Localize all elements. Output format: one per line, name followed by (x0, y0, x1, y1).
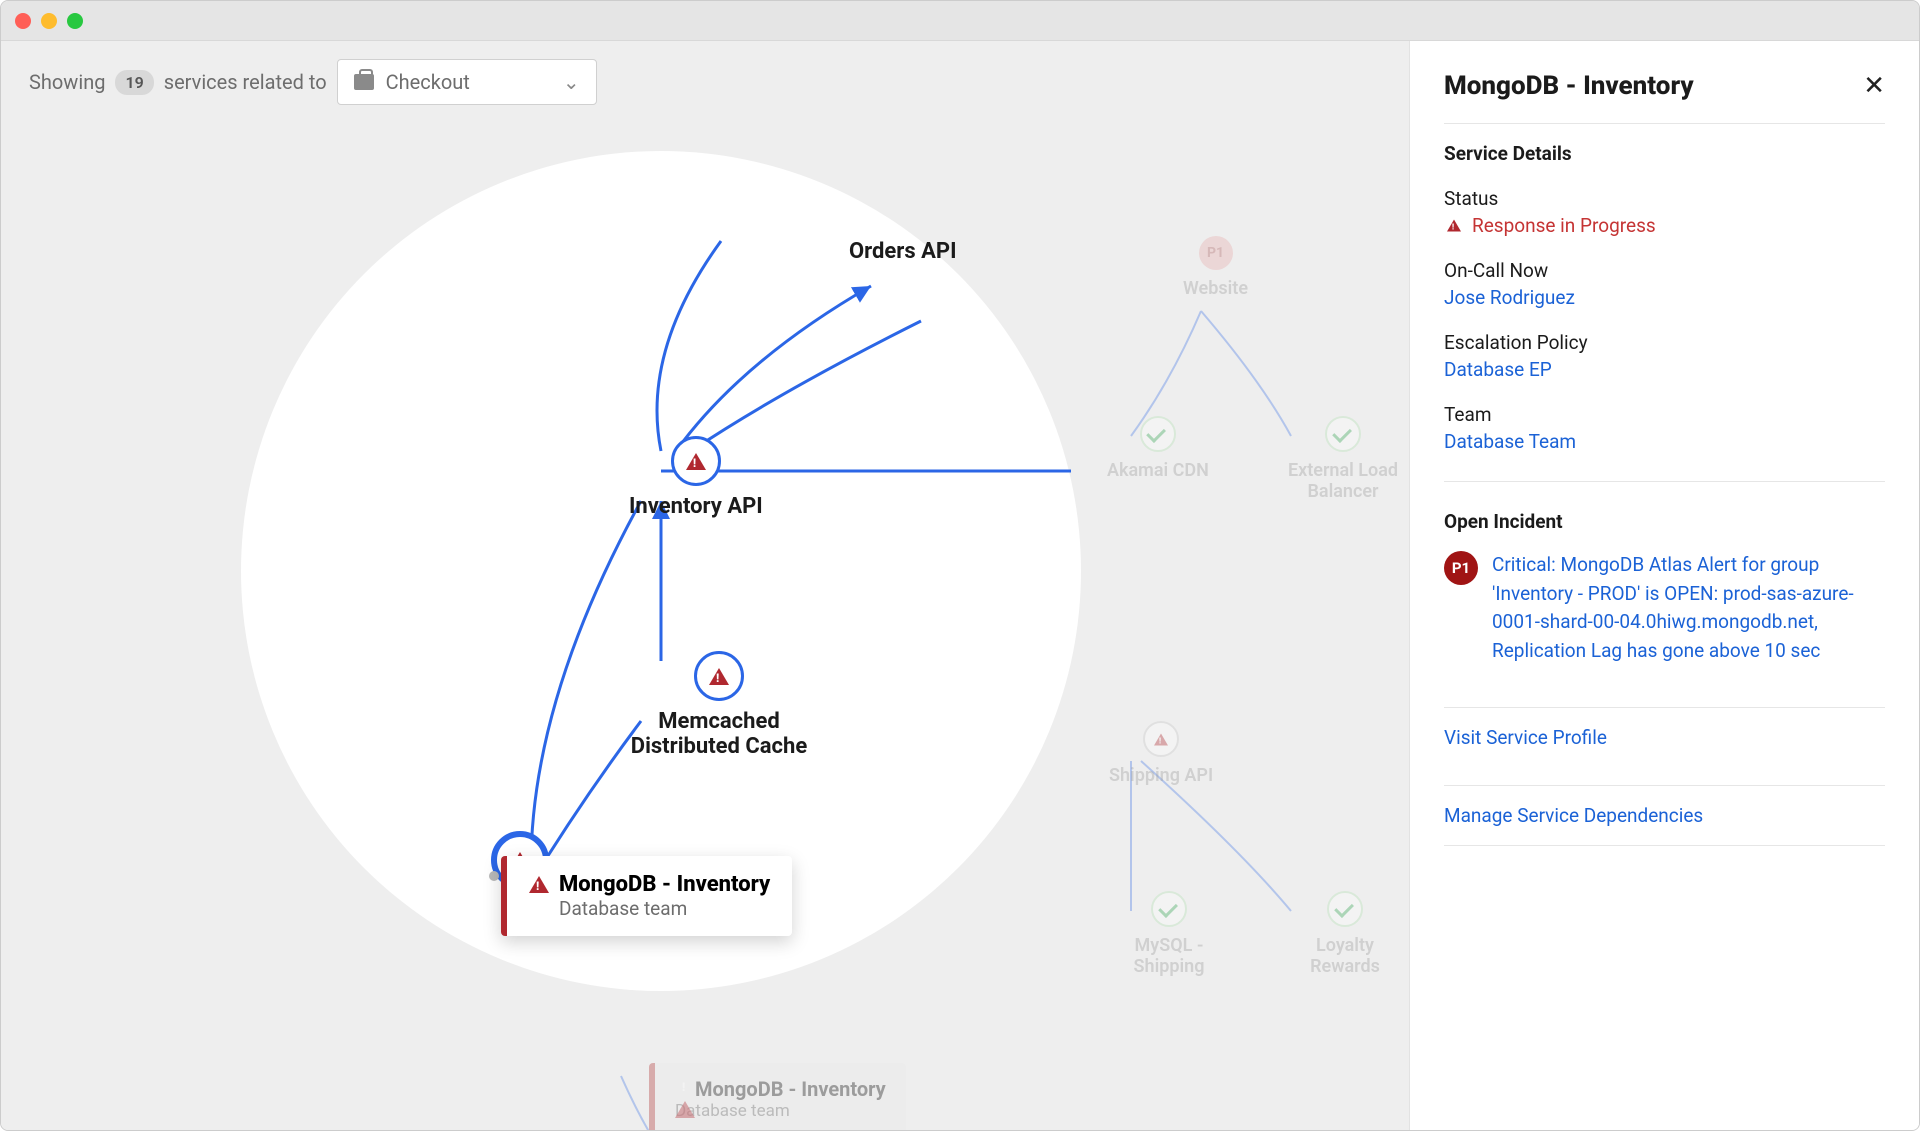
node-mysql-label: MySQL - Shipping (1109, 935, 1229, 977)
briefcase-icon (354, 74, 374, 90)
oncall-link[interactable]: Jose Rodriguez (1444, 286, 1885, 309)
node-website[interactable]: P1 Website (1183, 236, 1248, 299)
oncall-label: On-Call Now (1444, 259, 1885, 282)
filter-bar: Showing 19 services related to Checkout … (29, 59, 597, 105)
node-loyalty-circle (1327, 891, 1363, 927)
node-akamai-circle (1140, 416, 1176, 452)
alert-triangle-icon (686, 453, 706, 470)
service-details-panel: MongoDB - Inventory ✕ Service Details St… (1409, 41, 1919, 1130)
ghost-tooltip: MongoDB - Inventory Database team (649, 1063, 906, 1130)
window-close-icon[interactable] (15, 13, 31, 29)
service-count-badge: 19 (115, 70, 153, 95)
node-shipping-api[interactable]: Shipping API (1109, 721, 1213, 786)
team-link[interactable]: Database Team (1444, 430, 1885, 453)
incident-link[interactable]: Critical: MongoDB Atlas Alert for group … (1492, 551, 1885, 665)
window-minimize-icon[interactable] (41, 13, 57, 29)
node-inventory-api-circle (671, 436, 721, 486)
escalation-label: Escalation Policy (1444, 331, 1885, 354)
content: Showing 19 services related to Checkout … (1, 41, 1919, 1130)
alert-triangle-icon (709, 668, 729, 685)
node-shipping-label: Shipping API (1109, 765, 1213, 786)
incident-section-title: Open Incident (1444, 510, 1885, 533)
team-label: Team (1444, 403, 1885, 426)
panel-title: MongoDB - Inventory (1444, 71, 1694, 101)
tooltip-title: MongoDB - Inventory (529, 872, 770, 897)
filter-prefix: Showing (29, 70, 105, 94)
tooltip-team: Database team (559, 897, 770, 920)
node-memcached-circle (694, 651, 744, 701)
status-label: Status (1444, 187, 1885, 210)
chevron-down-icon: ⌄ (563, 70, 580, 94)
node-akamai[interactable]: Akamai CDN (1107, 416, 1209, 481)
window-maximize-icon[interactable] (67, 13, 83, 29)
ghost-team: Database team (675, 1101, 886, 1121)
visit-profile-link[interactable]: Visit Service Profile (1444, 707, 1885, 767)
node-inventory-api-label: Inventory API (629, 494, 763, 519)
manage-deps-link[interactable]: Manage Service Dependencies (1444, 785, 1885, 846)
node-loyalty[interactable]: Loyalty Rewards (1281, 891, 1409, 977)
node-mysql-shipping[interactable]: MySQL - Shipping (1109, 891, 1229, 977)
satellite-dot (489, 871, 499, 881)
alert-triangle-icon (675, 1077, 695, 1118)
service-filter-select[interactable]: Checkout ⌄ (337, 59, 597, 105)
p1-badge: P1 (1199, 236, 1233, 270)
filter-suffix: services related to (164, 70, 327, 94)
alert-triangle-icon (1154, 733, 1168, 745)
node-memcached-label: Memcached Distributed Cache (629, 709, 809, 759)
close-icon[interactable]: ✕ (1863, 71, 1885, 101)
titlebar (1, 1, 1919, 41)
ghost-title: MongoDB - Inventory (675, 1077, 886, 1101)
node-shipping-circle (1143, 721, 1179, 757)
node-website-label: Website (1183, 278, 1248, 299)
details-section-title: Service Details (1444, 142, 1885, 165)
node-akamai-label: Akamai CDN (1107, 460, 1209, 481)
node-tooltip: MongoDB - Inventory Database team (501, 856, 792, 936)
node-mysql-circle (1151, 891, 1187, 927)
incident-priority-badge: P1 (1444, 551, 1478, 585)
node-elb[interactable]: External Load Balancer (1277, 416, 1409, 502)
node-inventory-api[interactable]: Inventory API (629, 436, 763, 519)
alert-triangle-icon (1447, 220, 1461, 232)
graph-area[interactable]: Showing 19 services related to Checkout … (1, 41, 1409, 1130)
node-loyalty-label: Loyalty Rewards (1281, 935, 1409, 977)
alert-triangle-icon (529, 876, 549, 893)
node-elb-circle (1325, 416, 1361, 452)
filter-selected: Checkout (386, 70, 470, 94)
node-elb-label: External Load Balancer (1277, 460, 1409, 502)
node-orders-label: Orders API (849, 239, 957, 264)
incident-row[interactable]: P1 Critical: MongoDB Atlas Alert for gro… (1444, 551, 1885, 665)
node-memcached[interactable]: Memcached Distributed Cache (629, 651, 809, 759)
node-orders[interactable]: Orders API (849, 231, 957, 264)
status-value: Response in Progress (1444, 214, 1885, 237)
app-window: Showing 19 services related to Checkout … (0, 0, 1920, 1131)
escalation-link[interactable]: Database EP (1444, 358, 1885, 381)
